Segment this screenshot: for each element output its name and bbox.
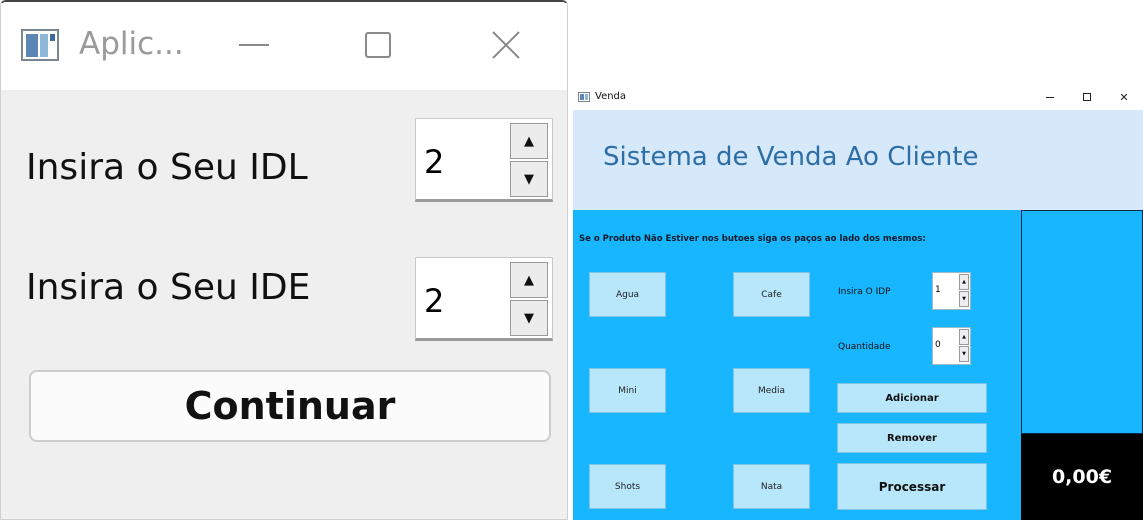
quantity-label: Quantidade: [838, 342, 891, 352]
maximize-icon: [365, 32, 391, 58]
minimize-icon: [1046, 96, 1054, 98]
idp-decrement-button[interactable]: ▼: [959, 291, 969, 307]
quantity-spinbox[interactable]: 0 ▲ ▼: [932, 327, 971, 365]
remove-button[interactable]: Remover: [837, 423, 987, 453]
venda-app-icon: [578, 92, 590, 102]
ide-value[interactable]: 2: [424, 282, 444, 320]
continue-button[interactable]: Continuar: [29, 370, 551, 442]
ide-decrement-button[interactable]: ▼: [510, 300, 548, 336]
venda-header: Sistema de Venda Ao Cliente: [573, 110, 1143, 210]
venda-minimize-button[interactable]: [1041, 89, 1059, 105]
quantity-increment-button[interactable]: ▲: [959, 329, 969, 345]
product-button-shots[interactable]: Shots: [589, 464, 666, 509]
idp-label: Insira O IDP: [838, 287, 891, 297]
venda-title: Venda: [595, 91, 627, 102]
instruction-text: Se o Produto Não Estiver nos butoes siga…: [579, 234, 926, 244]
process-button[interactable]: Processar: [837, 463, 987, 510]
quantity-value[interactable]: 0: [935, 340, 941, 350]
minimize-icon: [239, 44, 269, 46]
close-button[interactable]: [483, 24, 529, 66]
product-button-mini[interactable]: Mini: [589, 368, 666, 413]
idl-spinbox[interactable]: 2 ▲ ▼: [415, 118, 553, 202]
idp-spinbox[interactable]: 1 ▲ ▼: [932, 272, 971, 310]
dialog-title: Aplic...: [79, 26, 184, 62]
idp-value[interactable]: 1: [935, 285, 941, 295]
total-display: 0,00€: [1021, 434, 1143, 520]
venda-close-button[interactable]: ✕: [1115, 89, 1133, 105]
product-button-media[interactable]: Media: [733, 368, 810, 413]
product-button-agua[interactable]: Agua: [589, 272, 666, 317]
add-button[interactable]: Adicionar: [837, 383, 987, 413]
idl-increment-button[interactable]: ▲: [510, 123, 548, 159]
app-window-icon: [21, 29, 59, 61]
idl-label: Insira o Seu IDL: [26, 147, 308, 188]
maximize-icon: [1083, 93, 1091, 101]
venda-maximize-button[interactable]: [1078, 89, 1096, 105]
order-list-panel[interactable]: [1021, 210, 1143, 434]
idl-decrement-button[interactable]: ▼: [510, 161, 548, 197]
dialog-titlebar[interactable]: Aplic...: [1, 2, 567, 90]
idp-increment-button[interactable]: ▲: [959, 274, 969, 290]
ide-label: Insira o Seu IDE: [26, 267, 311, 308]
venda-window: Venda ✕ Sistema de Venda Ao Cliente Se o…: [573, 84, 1143, 520]
venda-titlebar[interactable]: Venda ✕: [573, 84, 1143, 110]
login-dialog-window: Aplic... Insira o Seu IDL 2 ▲ ▼ Insira o…: [0, 0, 568, 520]
ide-spinbox[interactable]: 2 ▲ ▼: [415, 257, 553, 341]
page-title: Sistema de Venda Ao Cliente: [603, 142, 979, 172]
close-icon: ✕: [1119, 90, 1129, 104]
ide-increment-button[interactable]: ▲: [510, 262, 548, 298]
close-icon: [492, 31, 520, 59]
quantity-decrement-button[interactable]: ▼: [959, 346, 969, 362]
product-button-cafe[interactable]: Cafe: [733, 272, 810, 317]
idl-value[interactable]: 2: [424, 143, 444, 181]
minimize-button[interactable]: [231, 24, 277, 66]
product-button-nata[interactable]: Nata: [733, 464, 810, 509]
maximize-button[interactable]: [355, 24, 401, 66]
